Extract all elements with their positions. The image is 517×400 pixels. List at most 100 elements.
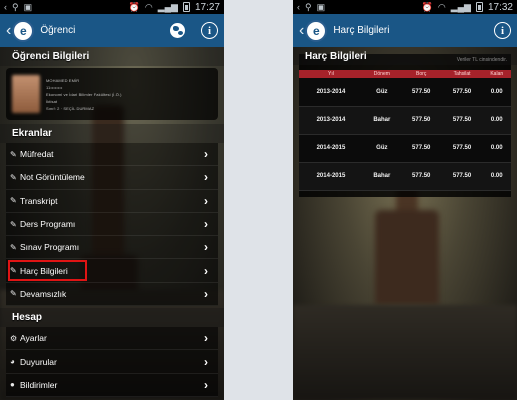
alarm-icon: ⏰: [421, 1, 433, 12]
cell-debt: 577.50: [400, 78, 442, 107]
column-header-term: Dönem: [362, 70, 401, 78]
menu-item-sinav-programi[interactable]: ✎ Sınav Programı ›: [6, 236, 218, 260]
action-bar: ‹ e Öğrenci i: [0, 14, 224, 47]
chevron-right-icon: ›: [204, 170, 208, 185]
back-button[interactable]: ‹: [299, 22, 304, 40]
profile-line: MOHAMED EMİR: [46, 77, 80, 83]
menu-item-transkript[interactable]: ✎ Transkript ›: [6, 189, 218, 213]
signal-icon: ▂▄▆: [157, 1, 178, 12]
profile-line: 11••••••••: [46, 84, 63, 90]
notification-icon: ▣: [23, 1, 33, 12]
panel-title: Harç Bilgileri: [293, 47, 517, 65]
status-bar: ‹ ⚲ ▣ ⏰ ◠ ▂▄▆ 17:32: [293, 0, 517, 14]
profile-line: İktisat: [46, 98, 58, 104]
menu-item-label: Duyurular: [20, 356, 57, 367]
menu-item-label: Bildirimler: [20, 379, 58, 390]
cell-remaining: 0.00: [482, 134, 511, 163]
chevron-right-icon: ›: [204, 240, 208, 255]
info-icon[interactable]: i: [201, 22, 218, 39]
profile-line: Ekonomi ve İdari Bilimler Fakültesi (İ.Ö…: [46, 91, 122, 97]
phone-screen-fees: ‹ ⚲ ▣ ⏰ ◠ ▂▄▆ 17:32 ‹ e Harç Bilgileri i…: [293, 0, 517, 400]
cell-term: Bahar: [362, 162, 401, 191]
menu-item-ayarlar[interactable]: ⚙ Ayarlar ›: [6, 327, 218, 351]
cell-debt: 577.50: [400, 106, 442, 135]
alarm-icon: ⏰: [128, 1, 140, 12]
bell-icon: ●: [10, 380, 15, 390]
pencil-icon: ✎: [10, 172, 17, 182]
cell-remaining: 0.00: [482, 106, 511, 135]
menu-item-duyurular[interactable]: ◕ Duyurular ›: [6, 350, 218, 374]
table-row: 2014-2015 Güz 577.50 577.50 0.00: [299, 134, 511, 163]
usb-icon: ⚲: [12, 1, 19, 12]
wifi-icon: ◠: [144, 1, 153, 12]
usb-icon: ⚲: [305, 1, 312, 12]
menu-item-bildirimler[interactable]: ● Bildirimler ›: [6, 373, 218, 397]
app-logo[interactable]: e: [305, 19, 328, 42]
app-logo[interactable]: e: [12, 19, 35, 42]
back-button[interactable]: ‹: [6, 22, 11, 40]
menu-item-mufredat[interactable]: ✎ Müfredat ›: [6, 143, 218, 167]
action-bar: ‹ e Harç Bilgileri i: [293, 14, 517, 47]
menu-item-label: Not Görüntüleme: [20, 172, 85, 183]
menu-item-label: Sınav Programı: [20, 242, 80, 253]
chevron-right-icon: ›: [204, 147, 208, 162]
table-row: 2014-2015 Bahar 577.50 577.50 0.00: [299, 162, 511, 191]
pencil-icon: ✎: [10, 289, 17, 299]
menu-item-devamsizlik[interactable]: ✎ Devamsızlık ›: [6, 282, 218, 307]
chevron-right-icon: ›: [204, 286, 208, 301]
column-header-year: Yıl: [299, 70, 363, 78]
page-title: Harç Bilgileri: [333, 25, 390, 36]
globe-icon[interactable]: [170, 23, 185, 38]
chevron-right-icon: ›: [204, 263, 208, 278]
menu-item-label: Müfredat: [20, 149, 54, 160]
info-icon[interactable]: i: [494, 22, 511, 39]
pencil-icon: ✎: [10, 266, 17, 276]
megaphone-icon: ◕: [10, 357, 15, 367]
cell-term: Bahar: [362, 106, 401, 135]
phone-screen-student-menu: ‹ ⚲ ▣ ⏰ ◠ ▂▄▆ 17:27 ‹ e Öğrenci i Öğrenc…: [0, 0, 224, 400]
menu-item-label: Ayarlar: [20, 333, 47, 344]
table-row: 2013-2014 Güz 577.50 577.50 0.00: [299, 78, 511, 107]
pencil-icon: ✎: [10, 149, 17, 159]
cell-year: 2013-2014: [299, 106, 363, 135]
profile-line: Sınıf: 2 · SEÇİL DURMAZ: [46, 105, 95, 111]
menu-item-label: Harç Bilgileri: [20, 265, 68, 276]
main-content: Öğrenci Bilgileri MOHAMED EMİR 11•••••••…: [0, 47, 224, 400]
chevron-right-icon: ›: [204, 193, 208, 208]
column-header-collection: Tahsilat: [441, 70, 483, 78]
chevron-right-icon: ›: [204, 377, 208, 392]
menu-item-not-goruntuleme[interactable]: ✎ Not Görüntüleme ›: [6, 166, 218, 190]
notification-icon: ▣: [316, 1, 326, 12]
page-title: Öğrenci: [40, 25, 76, 36]
menu-item-ders-programi[interactable]: ✎ Ders Programı ›: [6, 212, 218, 237]
chevron-right-icon: ›: [204, 331, 208, 346]
signal-icon: ▂▄▆: [450, 1, 471, 12]
section-header-account: Hesap: [0, 308, 224, 328]
cell-remaining: 0.00: [482, 162, 511, 191]
status-time: 17:27: [194, 1, 220, 13]
cell-collection: 577.50: [441, 134, 483, 163]
table-row: 2013-2014 Bahar 577.50 577.50 0.00: [299, 106, 511, 135]
cell-remaining: 0.00: [482, 78, 511, 107]
cell-collection: 577.50: [441, 106, 483, 135]
gear-icon: ⚙: [10, 333, 18, 343]
back-status-icon: ‹: [297, 2, 300, 12]
menu-item-label: Devamsızlık: [20, 288, 67, 299]
battery-icon: [182, 2, 190, 12]
cell-term: Güz: [362, 78, 401, 107]
cell-debt: 577.50: [400, 162, 442, 191]
column-header-debt: Borç: [400, 70, 442, 78]
cell-collection: 577.50: [441, 162, 483, 191]
menu-item-harc-bilgileri[interactable]: ✎ Harç Bilgileri ›: [6, 259, 218, 283]
status-bar: ‹ ⚲ ▣ ⏰ ◠ ▂▄▆ 17:27: [0, 0, 224, 14]
menu-item-label: Transkript: [20, 195, 58, 206]
status-time: 17:32: [487, 1, 513, 13]
section-header-student: Öğrenci Bilgileri: [0, 47, 224, 66]
profile-details: MOHAMED EMİR 11•••••••• Ekonomi ve İdari…: [46, 78, 122, 111]
pencil-icon: ✎: [10, 242, 17, 252]
wifi-icon: ◠: [437, 1, 446, 12]
cell-collection: 577.50: [441, 78, 483, 107]
section-header-screens: Ekranlar: [0, 124, 224, 143]
cell-year: 2013-2014: [299, 78, 363, 107]
chevron-right-icon: ›: [204, 354, 208, 369]
